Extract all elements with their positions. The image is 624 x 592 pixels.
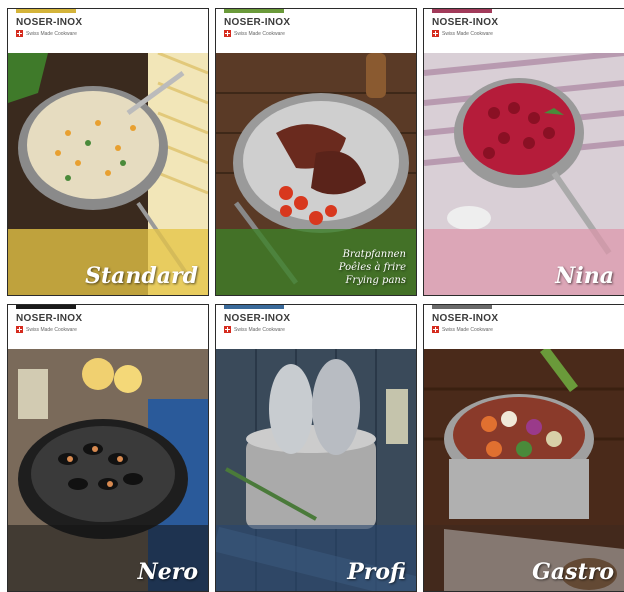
subtitle-de: Bratpfannen xyxy=(342,249,406,260)
swiss-flag-icon xyxy=(224,30,231,37)
brand-name: NOSER-INOX xyxy=(224,313,291,324)
accent-bar xyxy=(224,305,284,309)
product-line-subtitle: Bratpfannen Poêles à frire Frying pans xyxy=(339,248,406,287)
accent-bar xyxy=(16,305,76,309)
tagline-text: Swiss Made Cookware xyxy=(234,30,285,37)
brochure-profi[interactable]: NOSER-INOX Swiss Made Cookware Profi xyxy=(215,304,417,592)
tagline: Swiss Made Cookware xyxy=(224,30,285,37)
swiss-flag-icon xyxy=(16,326,23,333)
swiss-flag-icon xyxy=(432,30,439,37)
product-photo: Bratpfannen Poêles à frire Frying pans xyxy=(216,53,416,295)
subtitle-fr: Poêles à frire xyxy=(338,262,406,273)
brand-name: NOSER-INOX xyxy=(432,17,499,28)
subtitle-en: Frying pans xyxy=(345,275,406,286)
product-line-title: Nero xyxy=(137,559,198,585)
product-line-title: Gastro xyxy=(532,559,614,585)
tagline: Swiss Made Cookware xyxy=(432,326,493,333)
tagline-text: Swiss Made Cookware xyxy=(442,326,493,333)
swiss-flag-icon xyxy=(224,326,231,333)
tagline-text: Swiss Made Cookware xyxy=(234,326,285,333)
swiss-flag-icon xyxy=(16,30,23,37)
product-line-title: Profi xyxy=(347,559,406,585)
tagline: Swiss Made Cookware xyxy=(16,30,77,37)
tagline-text: Swiss Made Cookware xyxy=(26,30,77,37)
brand-name: NOSER-INOX xyxy=(16,17,83,28)
product-photo: Nero xyxy=(8,349,208,591)
brochure-standard[interactable]: NOSER-INOX Swiss Made Cookware Standard xyxy=(7,8,209,296)
tagline: Swiss Made Cookware xyxy=(224,326,285,333)
tagline: Swiss Made Cookware xyxy=(432,30,493,37)
brochure-frying-pans[interactable]: NOSER-INOX Swiss Made Cookware Bratpfann… xyxy=(215,8,417,296)
tagline-text: Swiss Made Cookware xyxy=(26,326,77,333)
accent-bar xyxy=(16,9,76,13)
product-photo: Profi xyxy=(216,349,416,591)
product-photo: Gastro xyxy=(424,349,624,591)
product-line-title: Standard xyxy=(85,263,198,289)
product-photo: Nina xyxy=(424,53,624,295)
product-line-title: Nina xyxy=(555,263,614,289)
brochure-nina[interactable]: NOSER-INOX Swiss Made Cookware Nina xyxy=(423,8,624,296)
brand-name: NOSER-INOX xyxy=(16,313,83,324)
product-photo: Standard xyxy=(8,53,208,295)
accent-bar xyxy=(224,9,284,13)
tagline-text: Swiss Made Cookware xyxy=(442,30,493,37)
accent-bar xyxy=(432,9,492,13)
brand-name: NOSER-INOX xyxy=(224,17,291,28)
accent-bar xyxy=(432,305,492,309)
tagline: Swiss Made Cookware xyxy=(16,326,77,333)
brochure-gastro[interactable]: NOSER-INOX Swiss Made Cookware Gastro xyxy=(423,304,624,592)
swiss-flag-icon xyxy=(432,326,439,333)
brand-name: NOSER-INOX xyxy=(432,313,499,324)
brochure-nero[interactable]: NOSER-INOX Swiss Made Cookware Nero xyxy=(7,304,209,592)
